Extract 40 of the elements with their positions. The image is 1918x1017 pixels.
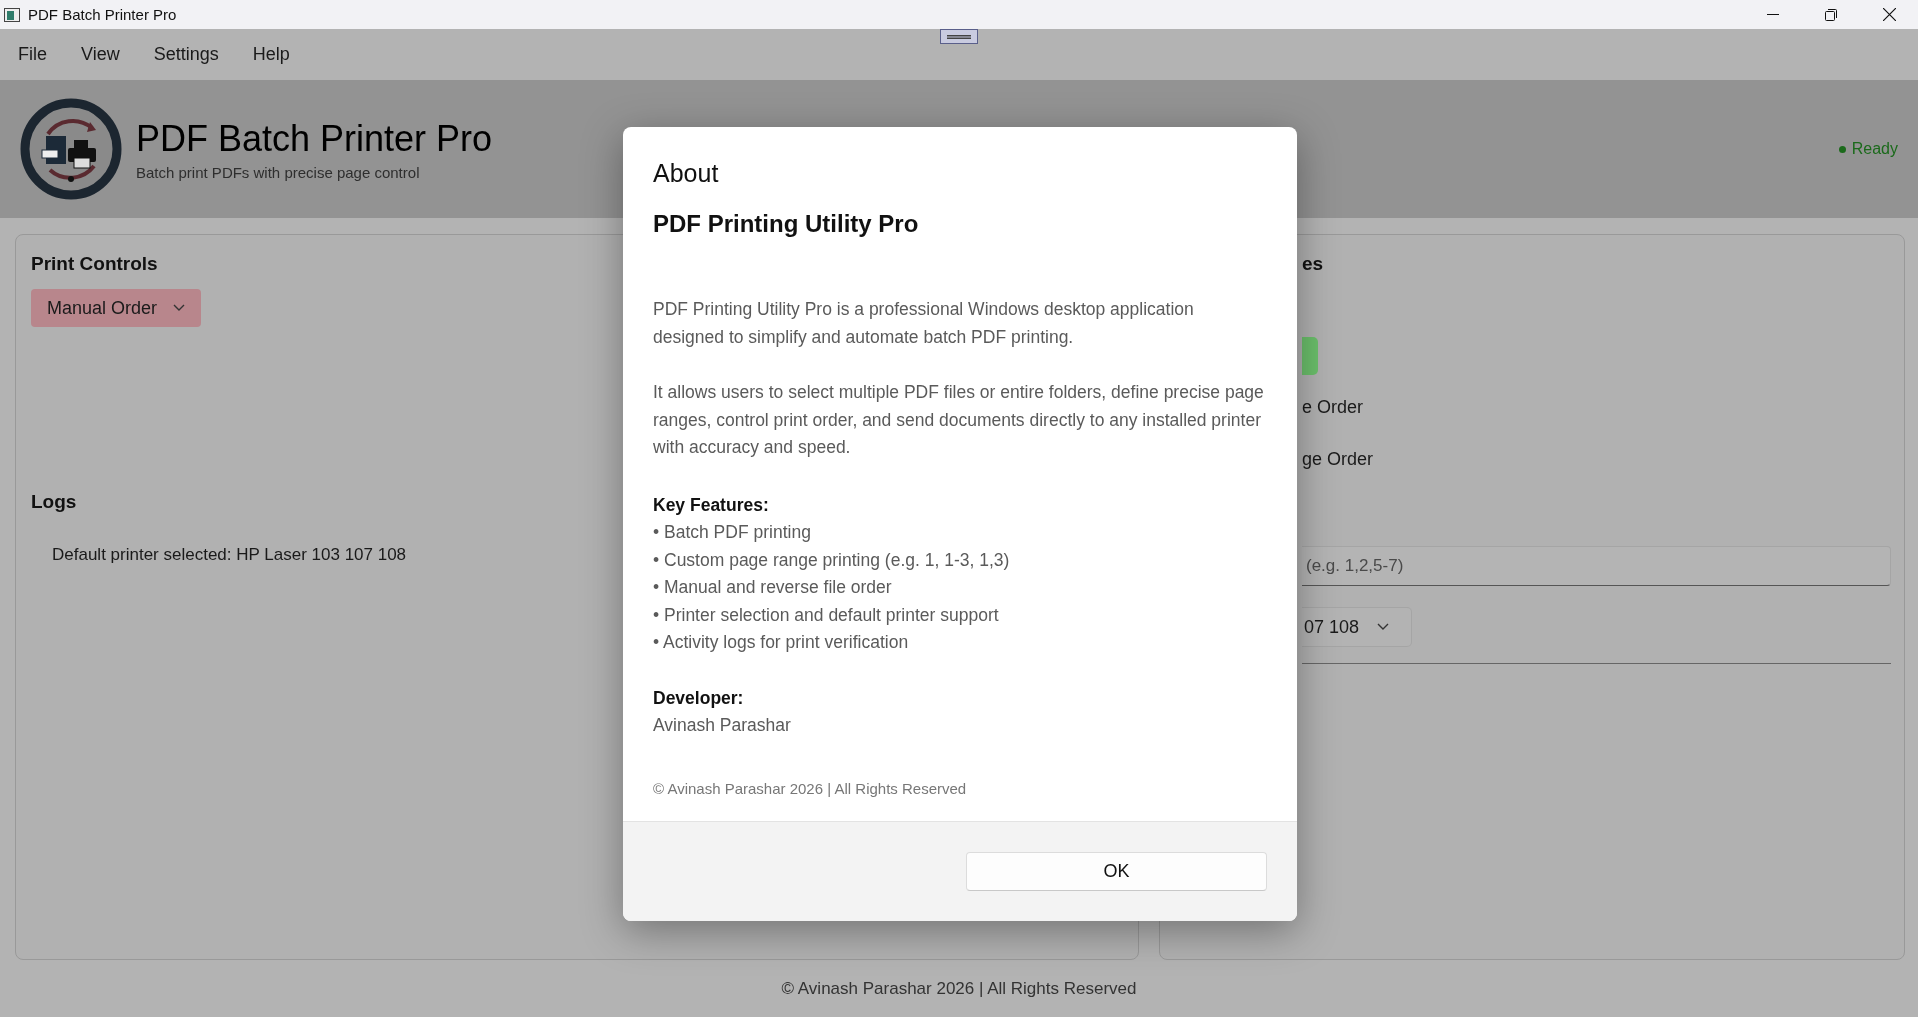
option-label[interactable]: ge Order [1302, 449, 1374, 470]
dialog-title: About [653, 159, 720, 188]
developer-heading: Developer: [653, 686, 744, 710]
app-title: PDF Batch Printer Pro [136, 117, 493, 160]
ok-button[interactable]: OK [966, 852, 1267, 891]
description-paragraph: PDF Printing Utility Pro is a professional Windows desktop application designed to simplify and automate batch PDF printing. [653, 298, 1195, 349]
features-heading: Key Features: [653, 493, 769, 517]
grip-handle-icon[interactable] [940, 29, 978, 44]
feature-item: • Activity logs for print verification [653, 631, 909, 654]
section-title: Print Controls [31, 253, 159, 275]
restore-icon[interactable] [1825, 8, 1837, 21]
logo-icon [20, 98, 122, 200]
menu-item[interactable]: Help [242, 38, 300, 71]
feature-item: • Printer selection and default printer support [653, 603, 999, 627]
close-icon[interactable] [1882, 8, 1896, 21]
status-dot-icon [1838, 145, 1846, 153]
section-title: Logs [31, 491, 77, 513]
app-icon [4, 7, 20, 22]
status-indicator: Ready [1838, 140, 1898, 158]
log-entry: Default printer selected: HP Laser 103 107 108 [52, 545, 407, 565]
order-dropdown[interactable]: Manual Order [31, 289, 202, 327]
app-subtitle: Batch print PDFs with precise page control [136, 163, 421, 181]
option-label[interactable]: e Order [1302, 397, 1364, 418]
feature-item: • Custom page range printing (e.g. 1, 1-3, 1,3) [653, 548, 1010, 572]
chevron-down-icon [173, 304, 186, 312]
menu-item[interactable]: File [8, 38, 57, 71]
page-range-field[interactable]: (e.g. 1,2,5-7) [1302, 546, 1891, 586]
dialog-heading: PDF Printing Utility Pro [653, 210, 920, 238]
section-title: es [1302, 253, 1325, 275]
footer-copyright: © Avinash Parashar 2026 | All Rights Reserved [781, 978, 1137, 999]
menu-item[interactable]: Settings [143, 38, 229, 71]
window-title: PDF Batch Printer Pro [28, 6, 177, 23]
feature-item: • Batch PDF printing [653, 521, 811, 544]
description-paragraph: It allows users to select multiple PDF files or entire folders, define precise page ranges, control print order, and send documents directly to any installed printer with accuracy and speed. [653, 381, 1265, 459]
developer-name: Avinash Parashar [653, 714, 791, 737]
feature-item: • Manual and reverse file order [653, 576, 892, 599]
menu-item[interactable]: View [71, 38, 130, 71]
dialog-copyright: © Avinash Parashar 2026 | All Rights Reserved [653, 779, 967, 797]
printer-dropdown[interactable]: 07 108 [1302, 607, 1413, 647]
chevron-down-icon [1377, 623, 1390, 631]
